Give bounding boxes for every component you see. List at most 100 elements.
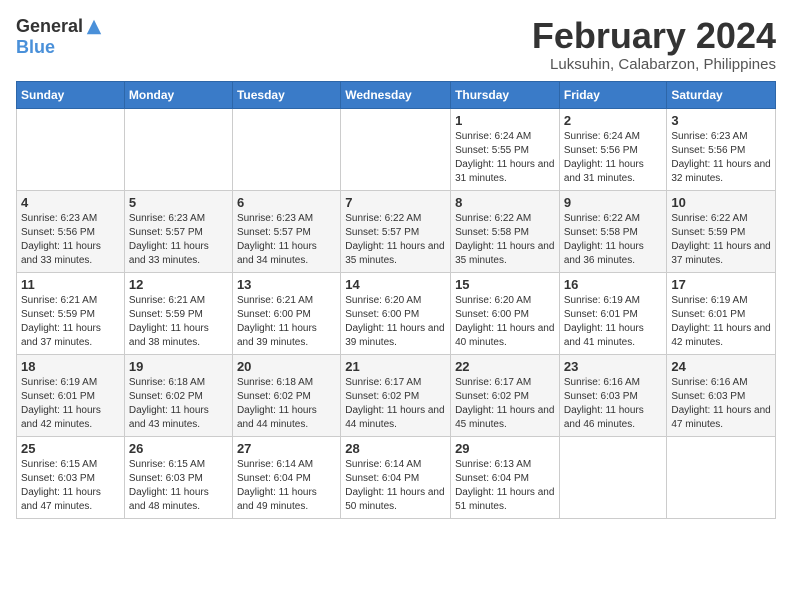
week-row-3: 18 Sunrise: 6:19 AM Sunset: 6:01 PM Dayli… — [17, 354, 776, 436]
calendar-cell: 29 Sunrise: 6:13 AM Sunset: 6:04 PM Dayli… — [451, 436, 560, 518]
calendar-cell: 1 Sunrise: 6:24 AM Sunset: 5:55 PM Daylig… — [451, 108, 560, 190]
day-number: 27 — [237, 441, 336, 456]
logo: General Blue — [16, 16, 103, 58]
calendar-cell: 10 Sunrise: 6:22 AM Sunset: 5:59 PM Dayli… — [667, 190, 776, 272]
day-details: Sunrise: 6:23 AM Sunset: 5:57 PM Dayligh… — [237, 212, 336, 268]
day-details: Sunrise: 6:20 AM Sunset: 6:00 PM Dayligh… — [345, 294, 446, 350]
day-details: Sunrise: 6:22 AM Sunset: 5:58 PM Dayligh… — [455, 212, 555, 268]
calendar-cell: 15Sunrise: 6:20 AM Sunset: 6:00 PM Dayli… — [451, 272, 560, 354]
day-number: 2 — [564, 113, 663, 128]
day-details: Sunrise: 6:22 AM Sunset: 5:57 PM Dayligh… — [345, 212, 446, 268]
day-number: 7 — [345, 195, 446, 210]
calendar-cell: 14Sunrise: 6:20 AM Sunset: 6:00 PM Dayli… — [341, 272, 451, 354]
calendar-cell: 16Sunrise: 6:19 AM Sunset: 6:01 PM Dayli… — [559, 272, 667, 354]
calendar-cell: 22 Sunrise: 6:17 AM Sunset: 6:02 PM Dayli… — [451, 354, 560, 436]
day-details: Sunrise: 6:18 AM Sunset: 6:02 PM Dayligh… — [129, 376, 228, 432]
calendar-cell: 5 Sunrise: 6:23 AM Sunset: 5:57 PM Daylig… — [124, 190, 232, 272]
calendar-cell: 26 Sunrise: 6:15 AM Sunset: 6:03 PM Dayli… — [124, 436, 232, 518]
page-header: General Blue February 2024 Luksuhin, Cal… — [16, 16, 776, 73]
day-number: 20 — [237, 359, 336, 374]
col-header-friday: Friday — [559, 81, 667, 108]
calendar-cell: 9Sunrise: 6:22 AM Sunset: 5:58 PM Daylig… — [559, 190, 667, 272]
week-row-4: 25 Sunrise: 6:15 AM Sunset: 6:03 PM Dayli… — [17, 436, 776, 518]
day-number: 13 — [237, 277, 336, 292]
day-number: 26 — [129, 441, 228, 456]
day-number: 28 — [345, 441, 446, 456]
day-details: Sunrise: 6:22 AM Sunset: 5:59 PM Dayligh… — [671, 212, 771, 268]
col-header-saturday: Saturday — [667, 81, 776, 108]
calendar-cell: 25Sunrise: 6:15 AM Sunset: 6:03 PM Dayli… — [17, 436, 125, 518]
logo-icon — [85, 18, 103, 36]
day-number: 3 — [671, 113, 771, 128]
day-details: Sunrise: 6:21 AM Sunset: 6:00 PM Dayligh… — [237, 294, 336, 350]
day-number: 4 — [21, 195, 120, 210]
day-details: Sunrise: 6:14 AM Sunset: 6:04 PM Dayligh… — [345, 458, 446, 514]
day-number: 11 — [21, 277, 120, 292]
calendar-cell: 4 Sunrise: 6:23 AM Sunset: 5:56 PM Daylig… — [17, 190, 125, 272]
col-header-wednesday: Wednesday — [341, 81, 451, 108]
day-details: Sunrise: 6:13 AM Sunset: 6:04 PM Dayligh… — [455, 458, 555, 514]
day-details: Sunrise: 6:16 AM Sunset: 6:03 PM Dayligh… — [671, 376, 771, 432]
day-details: Sunrise: 6:16 AM Sunset: 6:03 PM Dayligh… — [564, 376, 663, 432]
day-details: Sunrise: 6:23 AM Sunset: 5:56 PM Dayligh… — [21, 212, 120, 268]
day-number: 18 — [21, 359, 120, 374]
day-number: 8 — [455, 195, 555, 210]
calendar-cell: 8 Sunrise: 6:22 AM Sunset: 5:58 PM Daylig… — [451, 190, 560, 272]
day-number: 25 — [21, 441, 120, 456]
calendar-table: SundayMondayTuesdayWednesdayThursdayFrid… — [16, 81, 776, 519]
calendar-cell: 28 Sunrise: 6:14 AM Sunset: 6:04 PM Dayli… — [341, 436, 451, 518]
calendar-cell: 7 Sunrise: 6:22 AM Sunset: 5:57 PM Daylig… — [341, 190, 451, 272]
day-details: Sunrise: 6:17 AM Sunset: 6:02 PM Dayligh… — [345, 376, 446, 432]
day-number: 24 — [671, 359, 771, 374]
week-row-0: 1 Sunrise: 6:24 AM Sunset: 5:55 PM Daylig… — [17, 108, 776, 190]
col-header-monday: Monday — [124, 81, 232, 108]
day-details: Sunrise: 6:19 AM Sunset: 6:01 PM Dayligh… — [564, 294, 663, 350]
day-number: 1 — [455, 113, 555, 128]
day-details: Sunrise: 6:17 AM Sunset: 6:02 PM Dayligh… — [455, 376, 555, 432]
location-subtitle: Luksuhin, Calabarzon, Philippines — [532, 56, 776, 73]
day-details: Sunrise: 6:24 AM Sunset: 5:56 PM Dayligh… — [564, 130, 663, 186]
logo-blue-text: Blue — [16, 37, 55, 58]
day-details: Sunrise: 6:21 AM Sunset: 5:59 PM Dayligh… — [21, 294, 120, 350]
calendar-cell: 3 Sunrise: 6:23 AM Sunset: 5:56 PM Daylig… — [667, 108, 776, 190]
calendar-cell: 27 Sunrise: 6:14 AM Sunset: 6:04 PM Dayli… — [232, 436, 340, 518]
day-details: Sunrise: 6:23 AM Sunset: 5:56 PM Dayligh… — [671, 130, 771, 186]
day-number: 21 — [345, 359, 446, 374]
calendar-cell: 6 Sunrise: 6:23 AM Sunset: 5:57 PM Daylig… — [232, 190, 340, 272]
day-number: 17 — [671, 277, 771, 292]
calendar-cell: 11 Sunrise: 6:21 AM Sunset: 5:59 PM Dayli… — [17, 272, 125, 354]
day-number: 29 — [455, 441, 555, 456]
logo-general-text: General — [16, 16, 83, 37]
calendar-cell — [341, 108, 451, 190]
day-number: 23 — [564, 359, 663, 374]
day-details: Sunrise: 6:18 AM Sunset: 6:02 PM Dayligh… — [237, 376, 336, 432]
calendar-cell: 13 Sunrise: 6:21 AM Sunset: 6:00 PM Dayli… — [232, 272, 340, 354]
day-details: Sunrise: 6:23 AM Sunset: 5:57 PM Dayligh… — [129, 212, 228, 268]
calendar-cell — [667, 436, 776, 518]
day-number: 10 — [671, 195, 771, 210]
calendar-cell: 24 Sunrise: 6:16 AM Sunset: 6:03 PM Dayli… — [667, 354, 776, 436]
calendar-cell: 2 Sunrise: 6:24 AM Sunset: 5:56 PM Daylig… — [559, 108, 667, 190]
day-details: Sunrise: 6:19 AM Sunset: 6:01 PM Dayligh… — [21, 376, 120, 432]
calendar-cell: 23 Sunrise: 6:16 AM Sunset: 6:03 PM Dayli… — [559, 354, 667, 436]
day-number: 6 — [237, 195, 336, 210]
day-number: 5 — [129, 195, 228, 210]
month-year-title: February 2024 — [532, 16, 776, 56]
day-number: 15 — [455, 277, 555, 292]
calendar-cell: 12 Sunrise: 6:21 AM Sunset: 5:59 PM Dayli… — [124, 272, 232, 354]
day-details: Sunrise: 6:21 AM Sunset: 5:59 PM Dayligh… — [129, 294, 228, 350]
title-section: February 2024 Luksuhin, Calabarzon, Phil… — [532, 16, 776, 73]
calendar-cell: 19Sunrise: 6:18 AM Sunset: 6:02 PM Dayli… — [124, 354, 232, 436]
day-number: 12 — [129, 277, 228, 292]
calendar-cell: 18 Sunrise: 6:19 AM Sunset: 6:01 PM Dayli… — [17, 354, 125, 436]
col-header-tuesday: Tuesday — [232, 81, 340, 108]
day-number: 22 — [455, 359, 555, 374]
day-details: Sunrise: 6:14 AM Sunset: 6:04 PM Dayligh… — [237, 458, 336, 514]
week-row-2: 11 Sunrise: 6:21 AM Sunset: 5:59 PM Dayli… — [17, 272, 776, 354]
calendar-cell — [124, 108, 232, 190]
day-details: Sunrise: 6:15 AM Sunset: 6:03 PM Dayligh… — [129, 458, 228, 514]
day-details: Sunrise: 6:24 AM Sunset: 5:55 PM Dayligh… — [455, 130, 555, 186]
col-header-sunday: Sunday — [17, 81, 125, 108]
calendar-cell: 21 Sunrise: 6:17 AM Sunset: 6:02 PM Dayli… — [341, 354, 451, 436]
day-number: 9 — [564, 195, 663, 210]
